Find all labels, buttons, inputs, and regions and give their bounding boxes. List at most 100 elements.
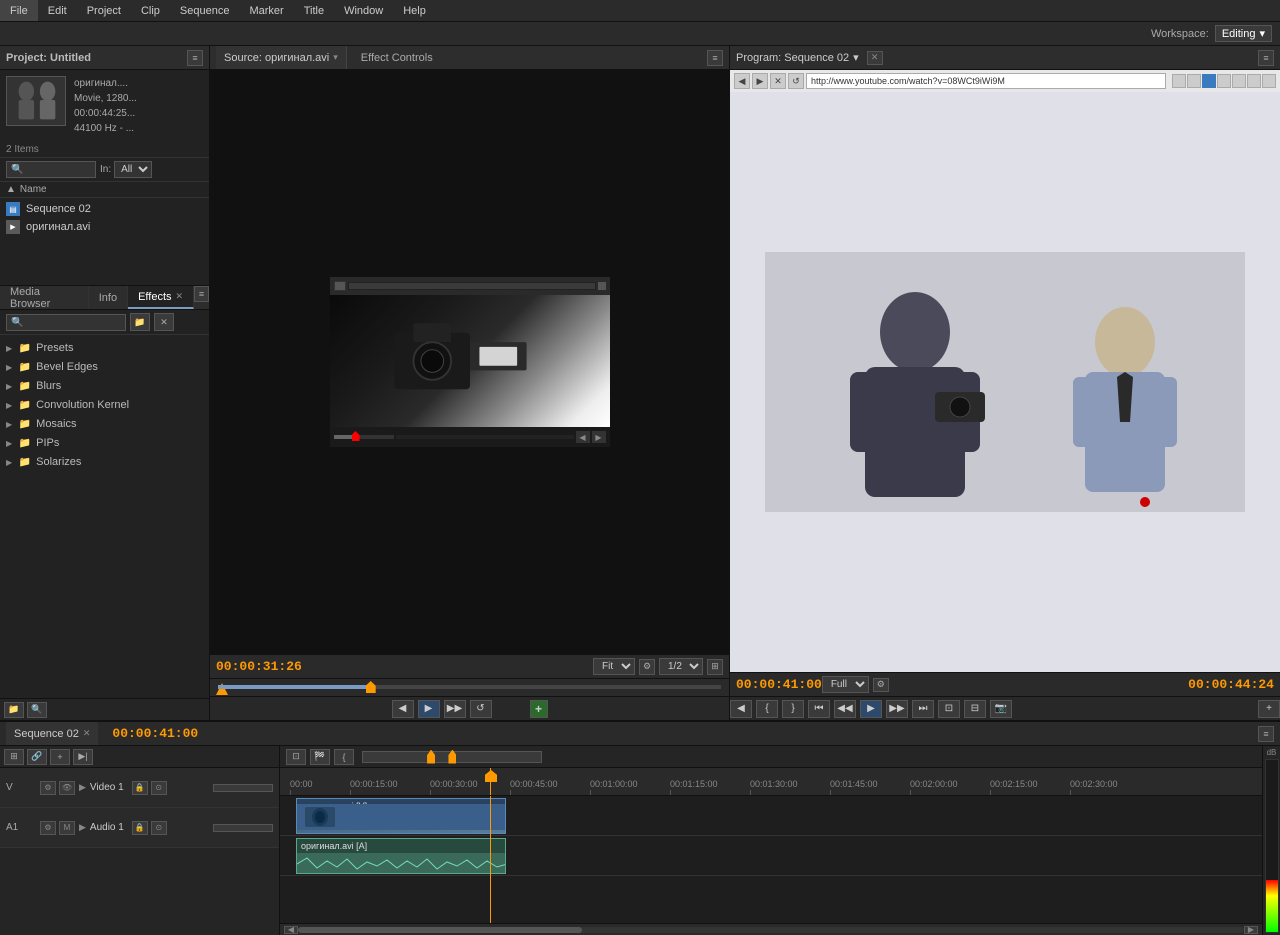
browser-url-bar[interactable]: http://www.youtube.com/watch?v=08WCt9iWi… — [806, 73, 1166, 89]
menu-file[interactable]: File — [0, 0, 38, 21]
program-panel-menu[interactable]: ≡ — [1258, 50, 1274, 66]
v-settings-btn[interactable]: ⚙ — [40, 781, 56, 795]
timeline-tab[interactable]: Sequence 02 ✕ — [6, 722, 98, 745]
browser-icon-4[interactable] — [1217, 74, 1231, 88]
source-safe-btn[interactable]: ⊞ — [707, 659, 723, 675]
tab-info[interactable]: Info — [89, 286, 128, 309]
project-in-select[interactable]: All — [114, 161, 152, 178]
timeline-zoom-bar[interactable] — [362, 751, 542, 763]
program-camera-btn[interactable]: 📷 — [990, 700, 1012, 718]
browser-refresh-btn[interactable]: ↺ — [788, 73, 804, 89]
browser-icon-2[interactable] — [1187, 74, 1201, 88]
source-panel-menu[interactable]: ≡ — [707, 50, 723, 66]
timeline-scrollbar[interactable]: ◀ ▶ — [280, 923, 1262, 935]
v-lock-btn[interactable]: 🔒 — [132, 781, 148, 795]
effects-panel-menu[interactable]: ≡ — [194, 286, 209, 302]
menu-project[interactable]: Project — [77, 0, 131, 21]
tree-presets-header[interactable]: ▶ 📁 Presets — [0, 339, 209, 357]
browser-icon-3[interactable] — [1202, 74, 1216, 88]
scrollbar-right-btn[interactable]: ▶ — [1244, 926, 1258, 934]
menu-sequence[interactable]: Sequence — [170, 0, 240, 21]
timeline-panel-menu[interactable]: ≡ — [1258, 726, 1274, 742]
effect-controls-tab[interactable]: Effect Controls — [353, 46, 441, 69]
tree-pips-header[interactable]: ▶ 📁 PIPs — [0, 434, 209, 452]
project-search-input[interactable] — [6, 161, 96, 178]
tl-link-btn[interactable]: 🔗 — [27, 749, 47, 765]
video1-clip[interactable]: оригинал.avi [V] — [296, 798, 506, 834]
source-fit-select[interactable]: Fit — [593, 658, 635, 675]
project-item-video[interactable]: ▶ оригинал.avi — [0, 218, 209, 236]
timeline-tab-close-btn[interactable]: ✕ — [83, 728, 91, 739]
effects-delete-btn[interactable]: ✕ — [154, 313, 174, 331]
menu-help[interactable]: Help — [393, 0, 436, 21]
source-play-btn transport-btn play[interactable]: ▶ — [418, 700, 440, 718]
effects-find-btn[interactable]: 🔍 — [27, 702, 47, 718]
workspace-selector[interactable]: Editing ▾ — [1215, 25, 1272, 42]
source-quality-select[interactable]: 1/2 — [659, 658, 703, 675]
source-tab[interactable]: Source: оригинал.avi ▾ — [216, 46, 347, 69]
tree-solarizes-header[interactable]: ▶ 📁 Solarizes — [0, 453, 209, 471]
tl-markers-btn[interactable]: 🏁 — [310, 749, 330, 765]
program-add-btn[interactable]: + — [1258, 700, 1280, 718]
tl-insert-btn[interactable]: ▶| — [73, 749, 93, 765]
browser-icon-6[interactable] — [1247, 74, 1261, 88]
effects-tab-close[interactable]: ✕ — [176, 291, 184, 302]
program-fit-select[interactable]: Full — [822, 676, 869, 693]
browser-back-btn[interactable]: ◀ — [734, 73, 750, 89]
effects-new-bin-btn[interactable]: 📁 — [130, 313, 150, 331]
browser-icon-5[interactable] — [1232, 74, 1246, 88]
menu-edit[interactable]: Edit — [38, 0, 77, 21]
tree-convolution-header[interactable]: ▶ 📁 Convolution Kernel — [0, 396, 209, 414]
scrollbar-track[interactable] — [298, 927, 1244, 933]
tree-blurs-header[interactable]: ▶ 📁 Blurs — [0, 377, 209, 395]
program-step-fwd[interactable]: ▶▶ — [886, 700, 908, 718]
program-in-btn[interactable]: { — [756, 700, 778, 718]
a1-mute-btn[interactable]: M — [59, 821, 75, 835]
tl-snap-btn[interactable]: ⊞ — [4, 749, 24, 765]
program-settings-btn[interactable]: ⚙ — [873, 678, 889, 692]
program-out-btn[interactable]: } — [782, 700, 804, 718]
v-eye-btn[interactable]: 👁 — [59, 781, 75, 795]
tab-effects[interactable]: Effects ✕ — [128, 286, 194, 309]
a1-sync-btn[interactable]: ⊙ — [151, 821, 167, 835]
source-plus-btn[interactable]: + — [530, 700, 548, 718]
source-progress-bar[interactable] — [210, 678, 729, 696]
tl-add-tracks-btn[interactable]: + — [50, 749, 70, 765]
browser-icon-7[interactable] — [1262, 74, 1276, 88]
menu-marker[interactable]: Marker — [239, 0, 293, 21]
a1-settings-btn[interactable]: ⚙ — [40, 821, 56, 835]
program-step-back[interactable]: ◀◀ — [834, 700, 856, 718]
menu-window[interactable]: Window — [334, 0, 393, 21]
tab-media-browser[interactable]: Media Browser — [0, 286, 89, 309]
browser-icon-1[interactable] — [1172, 74, 1186, 88]
effects-search-input[interactable] — [6, 314, 126, 331]
source-step-back-btn[interactable]: ◀ — [392, 700, 414, 718]
program-lift-btn[interactable]: ⊡ — [938, 700, 960, 718]
effects-new-folder-btn[interactable]: 📁 — [4, 702, 24, 718]
menu-clip[interactable]: Clip — [131, 0, 170, 21]
a1-lock-btn[interactable]: 🔒 — [132, 821, 148, 835]
program-prev-edit[interactable]: ⏮ — [808, 700, 830, 718]
bb1[interactable]: ◀ — [576, 431, 590, 443]
browser-fwd-btn[interactable]: ▶ — [752, 73, 768, 89]
program-shuttle-left[interactable]: ◀ — [730, 700, 752, 718]
v-sync-btn[interactable]: ⊙ — [151, 781, 167, 795]
source-settings-btn[interactable]: ⚙ — [639, 659, 655, 675]
tl-nested-seq-btn[interactable]: ⊡ — [286, 749, 306, 765]
scrollbar-left-btn[interactable]: ◀ — [284, 926, 298, 934]
bb2[interactable]: ▶ — [592, 431, 606, 443]
tl-in-btn[interactable]: { — [334, 749, 354, 765]
program-close-btn[interactable]: ✕ — [867, 51, 883, 65]
program-next-edit[interactable]: ⏭ — [912, 700, 934, 718]
project-item-sequence[interactable]: ▤ Sequence 02 — [0, 200, 209, 218]
project-panel-menu-btn[interactable]: ≡ — [187, 50, 203, 66]
audio1-clip[interactable]: оригинал.avi [A] — [296, 838, 506, 874]
tree-mosaics-header[interactable]: ▶ 📁 Mosaics — [0, 415, 209, 433]
program-play-btn[interactable]: ▶ — [860, 700, 882, 718]
source-loop-btn[interactable]: ↺ — [470, 700, 492, 718]
menu-title[interactable]: Title — [294, 0, 334, 21]
source-step-fwd-btn[interactable]: ▶▶ — [444, 700, 466, 718]
browser-stop-btn[interactable]: ✕ — [770, 73, 786, 89]
scrollbar-thumb[interactable] — [298, 927, 582, 933]
program-extract-btn[interactable]: ⊟ — [964, 700, 986, 718]
